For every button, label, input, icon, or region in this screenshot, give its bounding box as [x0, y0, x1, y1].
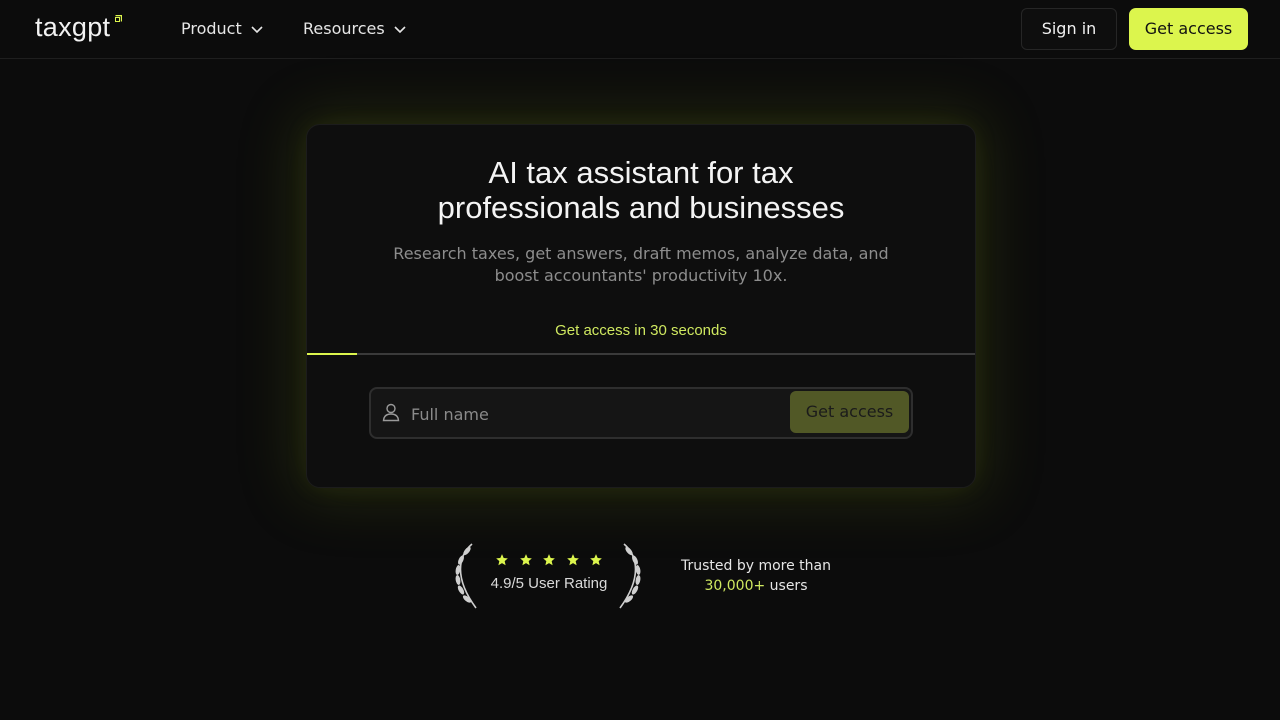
- get-access-header-button[interactable]: Get access: [1129, 8, 1248, 50]
- full-name-input[interactable]: [409, 389, 783, 439]
- step-progress-fill: [307, 353, 357, 355]
- trusted-user-count: 30,000+: [704, 578, 766, 594]
- user-rating-badge: 4.9/5 User Rating: [450, 540, 646, 612]
- user-icon: [382, 403, 400, 422]
- trusted-users-suffix: users: [769, 578, 808, 594]
- step-progress-track: [307, 353, 975, 355]
- hero-subtitle-line-2: boost accountants' productivity 10x.: [494, 266, 788, 285]
- trusted-line-2: 30,000+ users: [668, 576, 844, 596]
- get-access-submit-button[interactable]: Get access: [790, 391, 909, 433]
- top-navigation-bar: taxgpt Product Resources Sign in Get acc…: [0, 0, 1280, 59]
- signup-card: AI tax assistant for tax professionals a…: [306, 124, 976, 488]
- hero-title-line-2: professionals and businesses: [437, 190, 845, 225]
- chevron-down-icon: [394, 26, 406, 34]
- laurel-right-icon: [619, 543, 641, 609]
- trusted-by-text: Trusted by more than 30,000+ users: [668, 556, 844, 596]
- nav-resources-label: Resources: [303, 19, 385, 38]
- hero-subtitle: Research taxes, get answers, draft memos…: [387, 243, 895, 287]
- nav-product-label: Product: [181, 19, 242, 38]
- hero-title: AI tax assistant for tax professionals a…: [307, 155, 975, 225]
- nav-product-menu[interactable]: Product: [181, 18, 264, 40]
- star-rating: [495, 553, 603, 567]
- star-icon: [590, 554, 602, 566]
- logo-mark-icon: [115, 15, 122, 22]
- nav-resources-menu[interactable]: Resources: [303, 18, 407, 40]
- hero-title-line-1: AI tax assistant for tax: [488, 155, 794, 190]
- hero-subtitle-line-1: Research taxes, get answers, draft memos…: [393, 244, 889, 263]
- star-icon: [519, 554, 532, 566]
- sign-in-button[interactable]: Sign in: [1021, 8, 1117, 50]
- taxgpt-logo[interactable]: taxgpt: [35, 12, 110, 42]
- chevron-down-icon: [251, 26, 263, 34]
- step-tab-label: Get access in 30 seconds: [555, 322, 727, 339]
- star-icon: [543, 554, 555, 566]
- trusted-line-1: Trusted by more than: [680, 558, 831, 574]
- signup-form: Get access: [369, 387, 913, 439]
- star-icon: [566, 554, 579, 566]
- star-icon: [496, 554, 508, 566]
